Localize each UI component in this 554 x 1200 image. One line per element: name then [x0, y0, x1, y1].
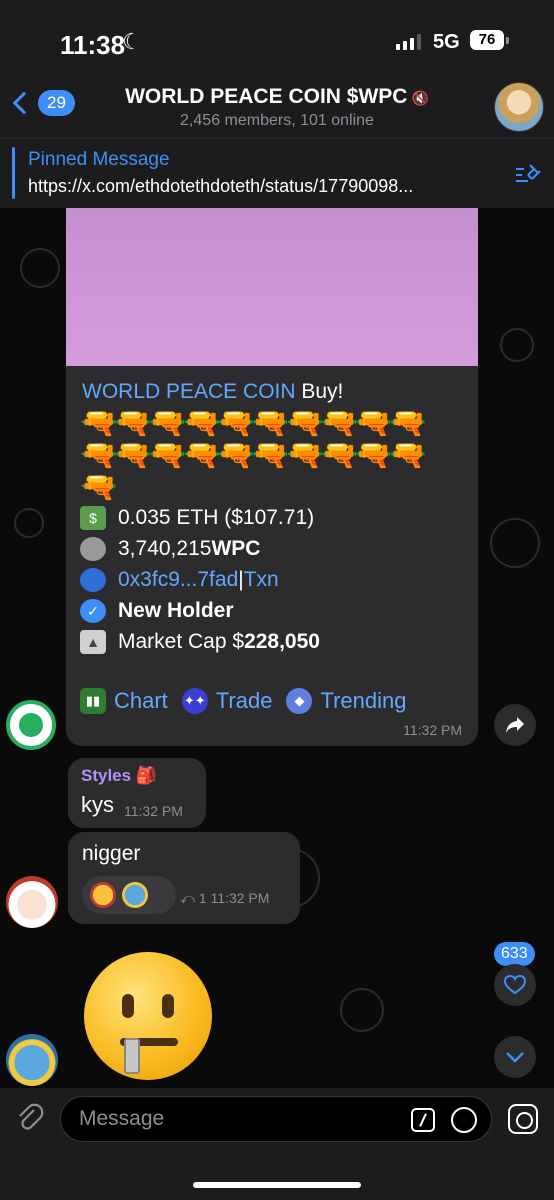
message-time: 11:32 PM — [403, 722, 462, 738]
share-button[interactable] — [494, 704, 536, 746]
heart-icon — [504, 975, 526, 995]
trade-label: Trade — [215, 688, 273, 713]
message-input[interactable] — [79, 1097, 399, 1141]
message-meta: ⤺ 1 11:32 PM — [180, 890, 269, 907]
muted-icon: 🔇 — [411, 90, 429, 106]
market-cap-row: ▲ Market Cap $228,050 — [80, 630, 470, 654]
coin-link[interactable]: WORLD PEACE COIN — [82, 380, 296, 403]
message-bubble[interactable]: nigger ⤺ 1 11:32 PM — [68, 832, 300, 924]
background-doodle — [20, 248, 60, 288]
holder-row: ✓ New Holder — [80, 599, 470, 623]
pinned-message[interactable]: Pinned Message https://x.com/ethdotethdo… — [0, 138, 554, 208]
address-link[interactable]: 0x3fc9...7fad — [118, 568, 238, 592]
pinned-title: Pinned Message — [28, 149, 170, 170]
unread-reactions-badge: 633 — [494, 942, 535, 966]
chat-header: 29 WORLD PEACE COIN $WPC 🔇 2,456 members,… — [0, 80, 554, 138]
reaction-pill[interactable] — [82, 876, 176, 914]
money-icon: $ — [80, 506, 106, 530]
group-avatar[interactable] — [494, 82, 544, 132]
address-row: 0x3fc9...7fad | Txn — [80, 568, 470, 592]
background-doodle — [340, 988, 384, 1032]
trending-button[interactable]: ◆ Trending — [286, 688, 406, 714]
pinned-list-icon[interactable] — [514, 161, 542, 185]
battery-tip — [506, 37, 509, 44]
background-doodle — [500, 328, 534, 362]
emoji-eye — [162, 994, 174, 1018]
tokens-symbol: WPC — [211, 537, 261, 560]
camera-icon[interactable] — [508, 1104, 538, 1134]
chevron-down-icon — [506, 1052, 524, 1063]
ethereum-icon: ◆ — [286, 688, 313, 714]
scroll-down-button[interactable] — [494, 1036, 536, 1078]
emoji-eye — [122, 994, 134, 1018]
chat-title: WORLD PEACE COIN $WPC — [125, 85, 408, 108]
pistol-emoji-row: 🔫🔫🔫🔫🔫🔫🔫🔫🔫🔫🔫🔫🔫🔫🔫🔫🔫🔫🔫🔫🔫 — [80, 407, 427, 504]
market-cap-value: 228,050 — [244, 630, 320, 653]
chart-label: Chart — [114, 688, 168, 713]
focus-moon-icon: ☾ — [122, 29, 142, 54]
chart-button[interactable]: ▮▮ Chart — [80, 688, 168, 714]
inline-buttons: ▮▮ Chart ✦✦ Trade ◆ Trending — [80, 688, 406, 714]
emoji-zipper — [124, 1038, 140, 1074]
tokens-value: 3,740,215 — [118, 537, 212, 560]
reply-arrow-icon: ⤺ — [180, 890, 195, 906]
sticker-icon[interactable] — [451, 1107, 477, 1133]
message-time: 11:32 PM — [124, 803, 183, 819]
chat-subtitle: 2,456 members, 101 online — [180, 112, 374, 129]
bot-avatar[interactable] — [6, 700, 56, 750]
buy-word: Buy! — [295, 380, 344, 403]
reaction-avatar-icon — [122, 882, 148, 908]
network-type: 5G — [433, 31, 460, 53]
mountain-icon: ▲ — [80, 630, 106, 654]
message-text: nigger — [82, 842, 141, 865]
status-bar: 11:38 ☾ 5G 76 — [0, 0, 554, 80]
new-holder-text: New Holder — [118, 599, 234, 622]
share-arrow-icon — [506, 717, 524, 733]
user-avatar[interactable] — [6, 1034, 58, 1086]
trending-label: Trending — [320, 688, 407, 713]
background-doodle — [490, 518, 540, 568]
amount-row: $ 0.035 ETH ($107.71) — [80, 506, 470, 530]
message-time: 11:32 PM — [210, 890, 270, 906]
reactions-button[interactable] — [494, 964, 536, 1006]
buy-bot-message[interactable]: WORLD PEACE COIN Buy! 🔫🔫🔫🔫🔫🔫🔫🔫🔫🔫🔫🔫🔫🔫🔫🔫🔫🔫… — [66, 208, 478, 746]
zipper-mouth-face-emoji[interactable] — [84, 952, 212, 1080]
txn-link[interactable]: Txn — [244, 568, 279, 592]
clock: 11:38 — [60, 30, 126, 60]
check-icon: ✓ — [80, 599, 106, 623]
sender-name[interactable]: Styles 🎒 — [81, 766, 157, 786]
message-field[interactable] — [60, 1096, 492, 1142]
message-input-bar — [0, 1088, 554, 1200]
attachment-icon[interactable] — [14, 1102, 44, 1132]
pinned-indicator — [12, 147, 15, 199]
user-avatar[interactable] — [6, 876, 58, 928]
bot-command-icon[interactable] — [411, 1108, 435, 1132]
reply-count: 1 — [198, 890, 207, 906]
message-media[interactable] — [66, 208, 478, 366]
home-indicator — [193, 1182, 361, 1188]
background-doodle — [14, 508, 44, 538]
amount-text: 0.035 ETH ($107.71) — [118, 506, 315, 529]
chat-area[interactable]: WORLD PEACE COIN Buy! 🔫🔫🔫🔫🔫🔫🔫🔫🔫🔫🔫🔫🔫🔫🔫🔫🔫🔫… — [0, 208, 554, 1088]
coin-icon — [80, 537, 106, 561]
buy-headline: WORLD PEACE COIN Buy! — [82, 380, 343, 404]
tokens-row: 3,740,215 WPC — [80, 537, 470, 561]
reaction-santa-icon — [90, 882, 116, 908]
message-text: kys — [81, 792, 114, 817]
pinned-text: https://x.com/ethdotethdoteth/status/177… — [28, 176, 414, 196]
message-bubble[interactable]: Styles 🎒 kys 11:32 PM — [68, 758, 206, 828]
battery-icon: 76 — [470, 30, 504, 50]
signal-icon — [396, 34, 421, 50]
bar-chart-icon: ▮▮ — [80, 688, 106, 714]
trade-button[interactable]: ✦✦ Trade — [181, 688, 273, 714]
chat-title-wrap[interactable]: WORLD PEACE COIN $WPC 🔇 — [0, 85, 554, 109]
sparkle-icon: ✦✦ — [181, 688, 208, 714]
market-cap-label: Market Cap $ — [118, 630, 245, 653]
chart-logo-icon — [80, 568, 106, 592]
